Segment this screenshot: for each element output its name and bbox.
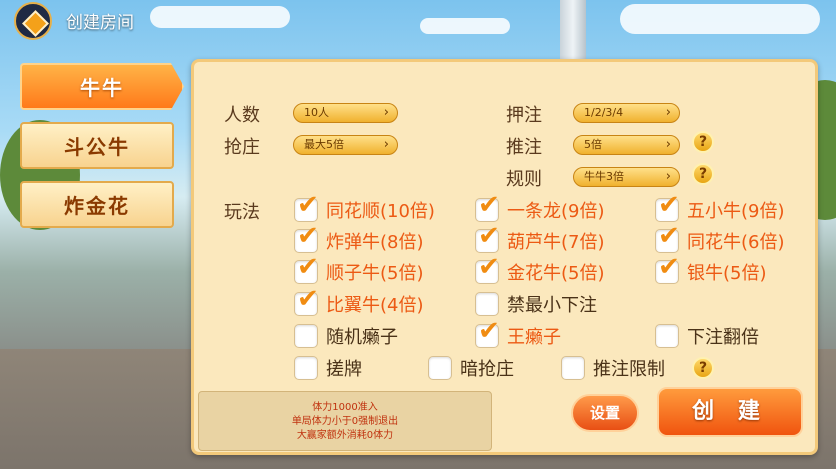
option-label: 同花顺(10倍)	[326, 201, 435, 222]
push-select[interactable]: 5倍 ›	[573, 135, 680, 155]
check-icon: ✔	[658, 190, 680, 220]
option-label: 比翼牛(4倍)	[326, 295, 424, 316]
rule-help-icon[interactable]: ?	[692, 163, 714, 185]
option-wanglaizi[interactable]: ✔ 王癞子	[475, 318, 561, 349]
chevron-right-icon: ›	[383, 137, 389, 152]
back-diamond-icon	[22, 10, 49, 37]
checkbox[interactable]: ✔	[655, 192, 680, 222]
chevron-right-icon: ›	[665, 137, 671, 152]
note-line: 单局体力小于0强制退出	[291, 416, 399, 427]
option-jinhuaniu[interactable]: ✔ 金花牛(5倍)	[475, 254, 605, 285]
tab-dougongniu[interactable]: 斗公牛	[20, 122, 174, 169]
back-button[interactable]	[14, 2, 52, 40]
banker-value: 最大5倍	[304, 138, 344, 151]
check-icon: ✔	[297, 284, 319, 314]
push-label: 推注	[506, 137, 542, 158]
rule-select[interactable]: 牛牛3倍 ›	[573, 167, 680, 187]
rule-label: 规则	[506, 169, 542, 190]
chevron-right-icon: ›	[665, 105, 671, 120]
option-anqiangzhuang[interactable]: 暗抢庄	[428, 355, 514, 381]
top-bar: 创建房间	[0, 0, 836, 40]
option-label: 葫芦牛(7倍)	[507, 232, 605, 253]
tab-niuniu[interactable]: 牛牛	[20, 63, 184, 110]
option-label: 金花牛(5倍)	[507, 263, 605, 284]
option-tonghuashun[interactable]: ✔ 同花顺(10倍)	[294, 192, 435, 223]
option-label: 王癞子	[507, 327, 561, 348]
checkbox[interactable]: ✔	[294, 286, 319, 316]
option-tonghuaniu[interactable]: ✔ 同花牛(6倍)	[655, 223, 785, 254]
tab-zhajinhua[interactable]: 炸金花	[20, 181, 174, 228]
create-button[interactable]: 创 建	[657, 387, 803, 437]
chevron-right-icon: ›	[665, 169, 671, 184]
option-label: 随机癞子	[326, 327, 398, 348]
settings-button[interactable]: 设置	[571, 394, 639, 432]
chevron-right-icon: ›	[383, 105, 389, 120]
option-label: 同花牛(6倍)	[687, 232, 785, 253]
checkbox[interactable]: ✔	[475, 192, 500, 222]
players-value: 10人	[304, 106, 329, 119]
checkbox[interactable]	[561, 356, 585, 380]
option-suijilaizi[interactable]: 随机癞子	[294, 323, 398, 349]
check-icon: ✔	[297, 252, 319, 282]
checkbox[interactable]: ✔	[294, 254, 319, 284]
checkbox[interactable]: ✔	[475, 223, 500, 253]
option-jinzuixiaoxiazhu[interactable]: 禁最小下注	[475, 291, 597, 317]
bet-value: 1/2/3/4	[584, 106, 624, 119]
option-biyiniu[interactable]: ✔ 比翼牛(4倍)	[294, 286, 424, 317]
checkbox[interactable]: ✔	[294, 192, 319, 222]
checkbox[interactable]: ✔	[475, 318, 500, 348]
checkbox[interactable]: ✔	[655, 254, 680, 284]
option-yinniu[interactable]: ✔ 银牛(5倍)	[655, 254, 767, 285]
checkbox[interactable]	[294, 324, 318, 348]
page-title: 创建房间	[66, 13, 134, 33]
option-label: 下注翻倍	[687, 327, 759, 348]
checkbox[interactable]: ✔	[294, 223, 319, 253]
rule-value: 牛牛3倍	[584, 170, 624, 183]
push-limit-help-icon[interactable]: ?	[692, 357, 714, 379]
stamina-note: 体力1000准入 单局体力小于0强制退出 大赢家额外消耗0体力	[198, 391, 492, 451]
checkbox[interactable]	[655, 324, 679, 348]
option-huluniu[interactable]: ✔ 葫芦牛(7倍)	[475, 223, 605, 254]
option-cuopai[interactable]: 搓牌	[294, 355, 362, 381]
note-line: 大赢家额外消耗0体力	[296, 430, 394, 441]
banker-label: 抢庄	[224, 137, 260, 158]
check-icon: ✔	[478, 316, 500, 346]
option-label: 顺子牛(5倍)	[326, 263, 424, 284]
check-icon: ✔	[478, 252, 500, 282]
modes-label: 玩法	[224, 202, 260, 223]
option-label: 一条龙(9倍)	[507, 201, 605, 222]
check-icon: ✔	[297, 190, 319, 220]
banker-select[interactable]: 最大5倍 ›	[293, 135, 398, 155]
players-select[interactable]: 10人 ›	[293, 103, 398, 123]
checkbox[interactable]	[428, 356, 452, 380]
option-label: 禁最小下注	[507, 295, 597, 316]
bet-label: 押注	[506, 105, 542, 126]
option-label: 暗抢庄	[460, 359, 514, 380]
push-help-icon[interactable]: ?	[692, 131, 714, 153]
check-icon: ✔	[658, 252, 680, 282]
option-label: 搓牌	[326, 359, 362, 380]
checkbox[interactable]	[294, 356, 318, 380]
note-line: 体力1000准入	[312, 402, 378, 413]
option-wuxiaoniu[interactable]: ✔ 五小牛(9倍)	[655, 192, 785, 223]
check-icon: ✔	[478, 221, 500, 251]
check-icon: ✔	[478, 190, 500, 220]
bet-select[interactable]: 1/2/3/4 ›	[573, 103, 680, 123]
option-shunziniu[interactable]: ✔ 顺子牛(5倍)	[294, 254, 424, 285]
option-xiazhufanbei[interactable]: 下注翻倍	[655, 323, 759, 349]
checkbox[interactable]	[475, 292, 499, 316]
option-tuizhuxianzhi[interactable]: 推注限制	[561, 355, 665, 381]
checkbox[interactable]: ✔	[655, 223, 680, 253]
option-label: 银牛(5倍)	[687, 263, 767, 284]
players-label: 人数	[224, 105, 260, 126]
option-zhadanniu[interactable]: ✔ 炸弹牛(8倍)	[294, 223, 424, 254]
option-label: 炸弹牛(8倍)	[326, 232, 424, 253]
push-value: 5倍	[584, 138, 602, 151]
option-yitiaolong[interactable]: ✔ 一条龙(9倍)	[475, 192, 605, 223]
check-icon: ✔	[297, 221, 319, 251]
option-label: 五小牛(9倍)	[687, 201, 785, 222]
check-icon: ✔	[658, 221, 680, 251]
option-label: 推注限制	[593, 359, 665, 380]
checkbox[interactable]: ✔	[475, 254, 500, 284]
